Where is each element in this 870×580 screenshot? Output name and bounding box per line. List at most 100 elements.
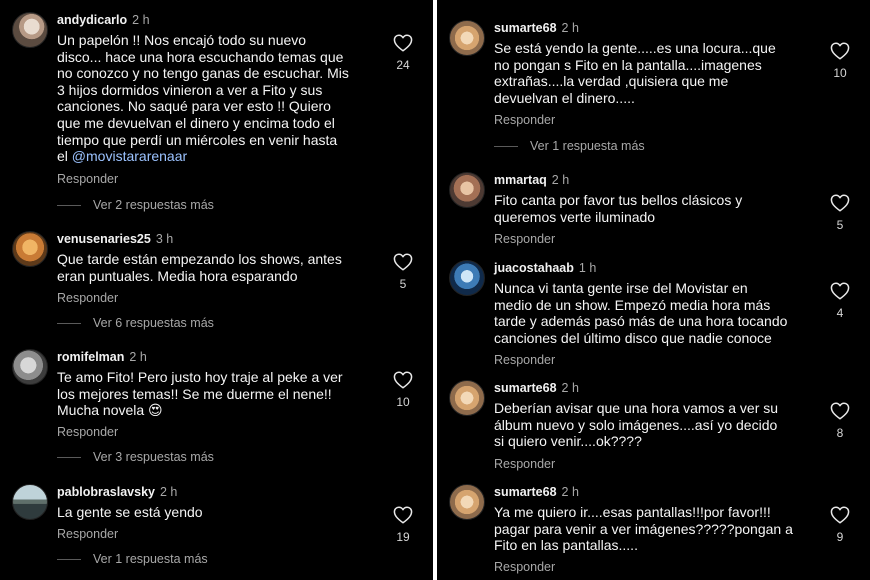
view-replies-label: Ver 1 respuesta más	[93, 552, 208, 566]
like-count: 9	[836, 530, 844, 544]
comment-text: Deberían avisar que una hora vamos a ver…	[494, 400, 778, 450]
like-count: 4	[836, 306, 844, 320]
view-replies-label: Ver 2 respuestas más	[93, 198, 214, 212]
reply-button[interactable]: Responder	[494, 232, 555, 246]
like-count: 5	[836, 218, 844, 232]
comment-line: Un papelón !! Nos encajó todo su nuevo	[57, 32, 307, 48]
heart-icon	[393, 253, 413, 271]
like-button[interactable]: 9	[827, 506, 853, 544]
avatar[interactable]	[12, 231, 48, 267]
view-replies-button[interactable]: Ver 1 respuesta más	[494, 139, 645, 153]
reply-button[interactable]: Responder	[57, 291, 118, 305]
avatar[interactable]	[12, 12, 48, 48]
comment-line: Deberían avisar que una hora vamos a ver…	[494, 400, 779, 416]
replies-divider	[57, 205, 81, 207]
reply-button[interactable]: Responder	[494, 353, 555, 367]
left-comments-panel: andydicarlo 2 h Un papelón !! Nos encajó …	[0, 0, 433, 580]
reply-button[interactable]: Responder	[57, 425, 118, 439]
like-count: 10	[396, 395, 410, 409]
comment-time: 1 h	[578, 261, 597, 275]
avatar[interactable]	[449, 172, 485, 208]
like-button[interactable]: 10	[390, 371, 416, 409]
reply-button[interactable]: Responder	[494, 457, 555, 471]
replies-divider	[494, 146, 518, 148]
like-button[interactable]: 19	[390, 506, 416, 544]
comment-line: canciones del último disco que nadie con…	[494, 329, 772, 346]
comment-line: álbum nuevo y solo imágenes....así yo de…	[494, 416, 778, 433]
username[interactable]: sumarte68	[494, 381, 557, 395]
comment-line: Fito canta por favor tus bellos clásicos…	[494, 192, 743, 208]
comment-line: Nunca vi tanta gente irse del Movistar e…	[494, 280, 748, 296]
mention-link[interactable]: @movistararenaar	[72, 148, 187, 164]
reply-button[interactable]: Responder	[494, 560, 555, 574]
comment-line: canciones. No saqué para ver esto !! Qui…	[57, 98, 331, 115]
comment-line: Te amo Fito! Pero justo hoy traje al pek…	[57, 369, 343, 385]
comment-line: no conozco y no tengo ganas de escuchar.…	[57, 65, 349, 82]
comment-line: no pongan s Fito en la pantalla....image…	[494, 56, 762, 73]
avatar[interactable]	[449, 484, 485, 520]
heart-icon	[830, 194, 850, 212]
comment-line: extrañas....la verdad ,quisiera que me	[494, 73, 729, 90]
comment-line: La gente se está yendo	[57, 504, 203, 520]
comment-line: queremos verte iluminado	[494, 208, 656, 225]
heart-icon	[393, 506, 413, 524]
comment-line: Se está yendo la gente.....es una locura…	[494, 40, 776, 56]
replies-divider	[57, 559, 81, 561]
username[interactable]: romifelman	[57, 350, 124, 364]
like-button[interactable]: 5	[390, 253, 416, 291]
reply-button[interactable]: Responder	[57, 527, 118, 541]
view-replies-button[interactable]: Ver 3 respuestas más	[57, 450, 214, 464]
comment-line: pagar para venir a ver imágenes?????pong…	[494, 520, 793, 537]
username[interactable]: sumarte68	[494, 485, 557, 499]
heart-icon	[393, 371, 413, 389]
comment-line-prefix: el	[57, 148, 72, 165]
comment-text: Que tarde están empezando los shows, ant…	[57, 251, 342, 284]
heart-icon	[830, 42, 850, 60]
username[interactable]: mmartaq	[494, 173, 547, 187]
view-replies-button[interactable]: Ver 1 respuesta más	[57, 552, 208, 566]
like-count: 5	[399, 277, 407, 291]
like-button[interactable]: 24	[390, 34, 416, 72]
avatar[interactable]	[449, 380, 485, 416]
comment-time: 2 h	[561, 485, 579, 499]
comment-line: Fito en las pantallas.....	[494, 537, 638, 554]
username[interactable]: juacostahaab	[494, 261, 574, 275]
comment-text: Un papelón !! Nos encajó todo su nuevo d…	[57, 32, 349, 165]
comment-text: Fito canta por favor tus bellos clásicos…	[494, 192, 742, 225]
comment-text: Nunca vi tanta gente irse del Movistar e…	[494, 280, 787, 346]
heart-icon	[830, 402, 850, 420]
like-button[interactable]: 8	[827, 402, 853, 440]
like-count: 24	[396, 58, 410, 72]
avatar[interactable]	[12, 349, 48, 385]
comment-time: 2 h	[132, 13, 150, 27]
avatar[interactable]	[12, 484, 48, 520]
like-count: 10	[833, 66, 847, 80]
username[interactable]: venusenaries25	[57, 232, 151, 246]
view-replies-label: Ver 1 respuesta más	[530, 139, 645, 153]
username[interactable]: sumarte68	[494, 21, 557, 35]
view-replies-button[interactable]: Ver 2 respuestas más	[57, 198, 214, 212]
reply-button[interactable]: Responder	[494, 113, 555, 127]
avatar[interactable]	[449, 20, 485, 56]
reply-button[interactable]: Responder	[57, 172, 118, 186]
comment-time: 3 h	[155, 232, 174, 246]
comment-line: Mucha novela 😍	[57, 402, 163, 419]
username[interactable]: pablobraslavsky	[57, 485, 155, 499]
comment-time: 2 h	[561, 381, 579, 395]
comment-text: Te amo Fito! Pero justo hoy traje al pek…	[57, 369, 343, 419]
view-replies-button[interactable]: Ver 6 respuestas más	[57, 316, 214, 330]
comment-time: 2 h	[551, 173, 570, 187]
username[interactable]: andydicarlo	[57, 13, 127, 27]
avatar[interactable]	[449, 260, 485, 296]
comment-line: los mejores temas!! Se me duerme el nene…	[57, 385, 332, 402]
like-button[interactable]: 5	[827, 194, 853, 232]
replies-divider	[57, 323, 81, 325]
comment-line: disco... hace una hora escuchando temas …	[57, 48, 344, 65]
like-button[interactable]: 10	[827, 42, 853, 80]
like-button[interactable]: 4	[827, 282, 853, 320]
comment-line: devuelvan el dinero.....	[494, 89, 635, 106]
comment-text: Se está yendo la gente.....es una locura…	[494, 40, 776, 106]
right-comments-panel: sumarte68 2 h Se está yendo la gente.....…	[437, 0, 870, 580]
comment-text: La gente se está yendo	[57, 504, 203, 521]
comment-time: 2 h	[129, 350, 147, 364]
